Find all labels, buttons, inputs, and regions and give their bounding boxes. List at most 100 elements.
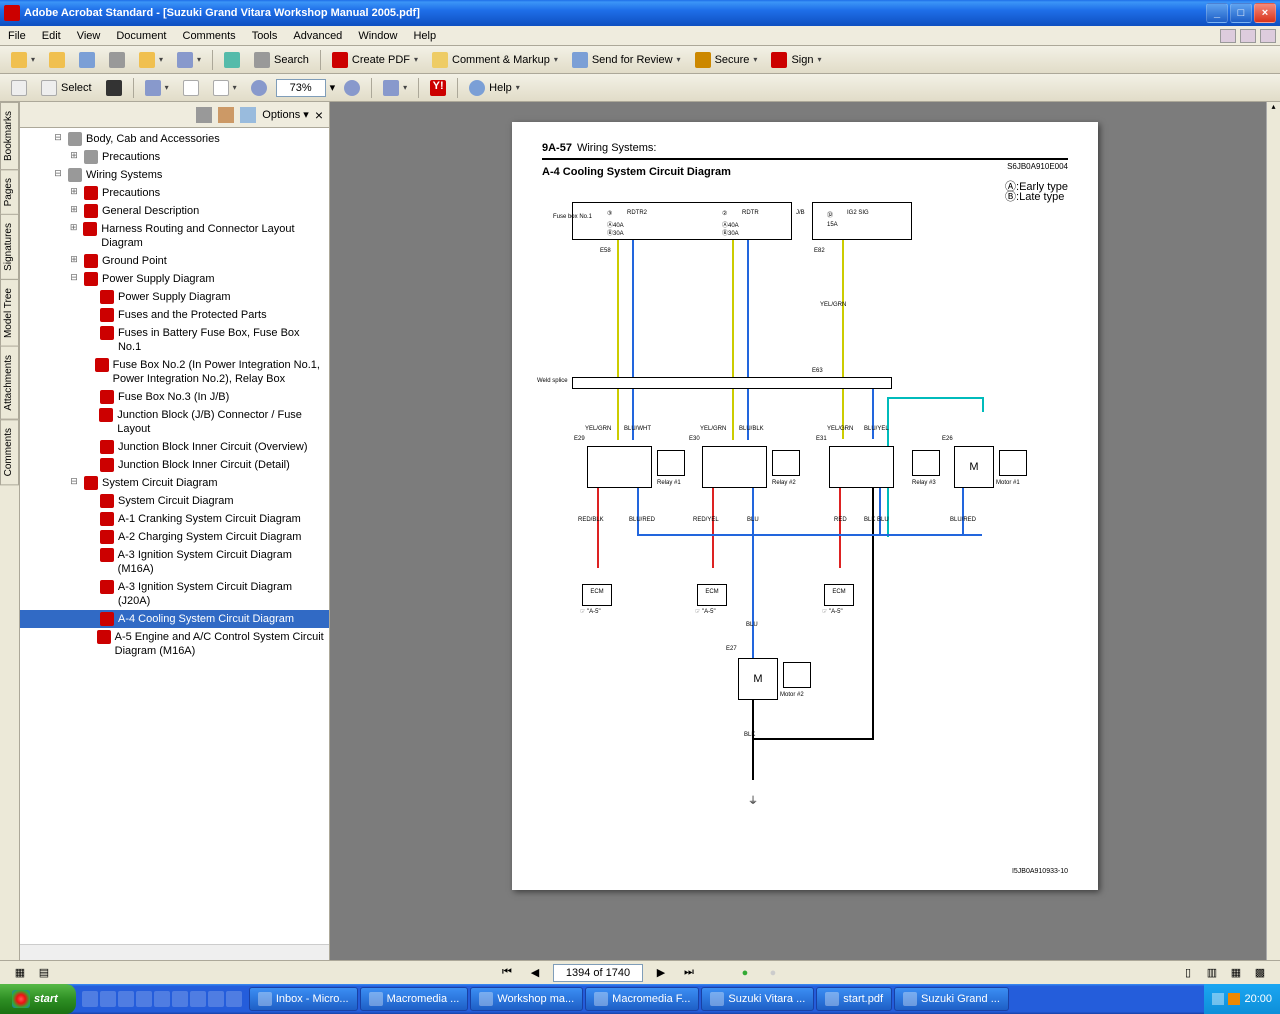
bookmark-item[interactable]: Fuse Box No.2 (In Power Integration No.1… — [20, 356, 329, 388]
yahoo-button[interactable]: Y! — [425, 76, 451, 100]
prev-view-button[interactable]: ● — [735, 964, 755, 982]
bookmark-item[interactable]: A-3 Ignition System Circuit Diagram (J20… — [20, 578, 329, 610]
bookmark-item[interactable]: ⊟Wiring Systems — [20, 166, 329, 184]
menu-edit[interactable]: Edit — [34, 28, 69, 44]
bookmark-item[interactable]: A-3 Ignition System Circuit Diagram (M16… — [20, 546, 329, 578]
menu-help[interactable]: Help — [405, 28, 444, 44]
search-button[interactable]: Search — [249, 48, 314, 72]
maximize-button[interactable]: □ — [1230, 3, 1252, 23]
menu-advanced[interactable]: Advanced — [285, 28, 350, 44]
bookmark-item[interactable]: Junction Block Inner Circuit (Detail) — [20, 456, 329, 474]
mdi-close-icon[interactable] — [1260, 29, 1276, 43]
options-menu[interactable]: Options ▾ — [262, 108, 309, 121]
bookmark-item[interactable]: ⊟Body, Cab and Accessories — [20, 130, 329, 148]
prev-page-button[interactable]: ◀ — [525, 964, 545, 982]
next-view-button[interactable]: ● — [763, 964, 783, 982]
bookmark-item[interactable]: A-2 Charging System Circuit Diagram — [20, 528, 329, 546]
bookmark-tree[interactable]: ⊟Body, Cab and Accessories⊞Precautions⊟W… — [20, 128, 329, 944]
zoom-input[interactable] — [276, 79, 326, 97]
ql-icon[interactable] — [226, 991, 242, 1007]
zoom-in-button[interactable] — [339, 76, 365, 100]
last-page-button[interactable]: ⏭ — [679, 964, 699, 982]
bookmark-item[interactable]: ⊟Power Supply Diagram — [20, 270, 329, 288]
system-tray[interactable]: 20:00 — [1204, 984, 1280, 1014]
send-review-button[interactable]: Send for Review▾ — [567, 48, 686, 72]
sidetab-comments[interactable]: Comments — [0, 419, 19, 485]
taskbar-item[interactable]: Workshop ma... — [470, 987, 583, 1011]
bookmark-item[interactable]: Fuse Box No.3 (In J/B) — [20, 388, 329, 406]
document-area[interactable]: 9A-57 Wiring Systems: A-4 Cooling System… — [330, 102, 1280, 960]
zoom-out-button[interactable] — [246, 76, 272, 100]
next-page-button[interactable]: ▶ — [651, 964, 671, 982]
rotate-button[interactable]: ▾ — [378, 76, 412, 100]
attach-button[interactable]: ▾ — [172, 48, 206, 72]
bookmark-item[interactable]: Power Supply Diagram — [20, 288, 329, 306]
ql-icon[interactable] — [136, 991, 152, 1007]
bookmark-item[interactable]: A-4 Cooling System Circuit Diagram — [20, 610, 329, 628]
comment-markup-button[interactable]: Comment & Markup▾ — [427, 48, 563, 72]
first-page-button[interactable]: ⏮ — [497, 964, 517, 982]
sidetab-bookmarks[interactable]: Bookmarks — [0, 102, 19, 170]
bookmark-item[interactable]: ⊞General Description — [20, 202, 329, 220]
mdi-minimize-icon[interactable] — [1220, 29, 1236, 43]
taskbar-item[interactable]: Macromedia ... — [360, 987, 469, 1011]
bookmark-item[interactable]: Fuses and the Protected Parts — [20, 306, 329, 324]
ql-icon[interactable] — [100, 991, 116, 1007]
taskbar-item[interactable]: Suzuki Grand ... — [894, 987, 1009, 1011]
doc-vscroll[interactable]: ▴ — [1266, 102, 1280, 960]
hand-tool-button[interactable] — [6, 76, 32, 100]
taskbar-item[interactable]: Inbox - Micro... — [249, 987, 358, 1011]
facing-icon[interactable]: ▦ — [1226, 964, 1246, 982]
menu-view[interactable]: View — [69, 28, 109, 44]
bookmark-hscroll[interactable] — [20, 944, 329, 960]
fit-width-button[interactable]: ▾ — [208, 76, 242, 100]
select-tool-button[interactable]: Select — [36, 76, 97, 100]
taskbar-item[interactable]: start.pdf — [816, 987, 892, 1011]
taskbar-item[interactable]: Macromedia F... — [585, 987, 699, 1011]
start-button[interactable]: start — [0, 984, 76, 1014]
open-button[interactable]: ▾ — [6, 48, 40, 72]
bookmark-item[interactable]: ⊞Harness Routing and Connector Layout Di… — [20, 220, 329, 252]
secure-button[interactable]: Secure▾ — [690, 48, 763, 72]
zoom-tool-button[interactable]: ▾ — [140, 76, 174, 100]
help-button[interactable]: Help▾ — [464, 76, 525, 100]
organize-button[interactable]: ▾ — [134, 48, 168, 72]
view-mode-1-icon[interactable]: ▦ — [10, 964, 30, 982]
save-button[interactable] — [74, 48, 100, 72]
bookmark-item[interactable]: Junction Block (J/B) Connector / Fuse La… — [20, 406, 329, 438]
ql-icon[interactable] — [190, 991, 206, 1007]
page-number-input[interactable] — [553, 964, 643, 982]
minimize-button[interactable]: _ — [1206, 3, 1228, 23]
bookmark-item[interactable]: A-5 Engine and A/C Control System Circui… — [20, 628, 329, 660]
sidetab-signatures[interactable]: Signatures — [0, 214, 19, 280]
print-button[interactable] — [104, 48, 130, 72]
menu-tools[interactable]: Tools — [244, 28, 286, 44]
bookmark-item[interactable]: ⊞Precautions — [20, 148, 329, 166]
taskbar-item[interactable]: Suzuki Vitara ... — [701, 987, 814, 1011]
menu-comments[interactable]: Comments — [175, 28, 244, 44]
expand-icon[interactable] — [240, 107, 256, 123]
continuous-icon[interactable]: ▥ — [1202, 964, 1222, 982]
menu-window[interactable]: Window — [350, 28, 405, 44]
sidetab-attachments[interactable]: Attachments — [0, 346, 19, 420]
close-button[interactable]: × — [1254, 3, 1276, 23]
ql-icon[interactable] — [82, 991, 98, 1007]
snapshot-tool-button[interactable] — [101, 76, 127, 100]
trash-icon[interactable] — [196, 107, 212, 123]
new-bookmark-icon[interactable] — [218, 107, 234, 123]
create-pdf-button[interactable]: Create PDF▾ — [327, 48, 423, 72]
bookmark-item[interactable]: ⊞Ground Point — [20, 252, 329, 270]
mdi-restore-icon[interactable] — [1240, 29, 1256, 43]
bookmark-item[interactable]: ⊟System Circuit Diagram — [20, 474, 329, 492]
sign-button[interactable]: Sign▾ — [766, 48, 826, 72]
sidetab-pages[interactable]: Pages — [0, 169, 19, 215]
continuous-facing-icon[interactable]: ▩ — [1250, 964, 1270, 982]
sidetab-model-tree[interactable]: Model Tree — [0, 279, 19, 347]
folder-button[interactable] — [44, 48, 70, 72]
ql-icon[interactable] — [118, 991, 134, 1007]
single-page-icon[interactable]: ▯ — [1178, 964, 1198, 982]
bookmark-item[interactable]: ⊞Precautions — [20, 184, 329, 202]
ql-icon[interactable] — [208, 991, 224, 1007]
bookmark-item[interactable]: Junction Block Inner Circuit (Overview) — [20, 438, 329, 456]
bookmark-item[interactable]: System Circuit Diagram — [20, 492, 329, 510]
